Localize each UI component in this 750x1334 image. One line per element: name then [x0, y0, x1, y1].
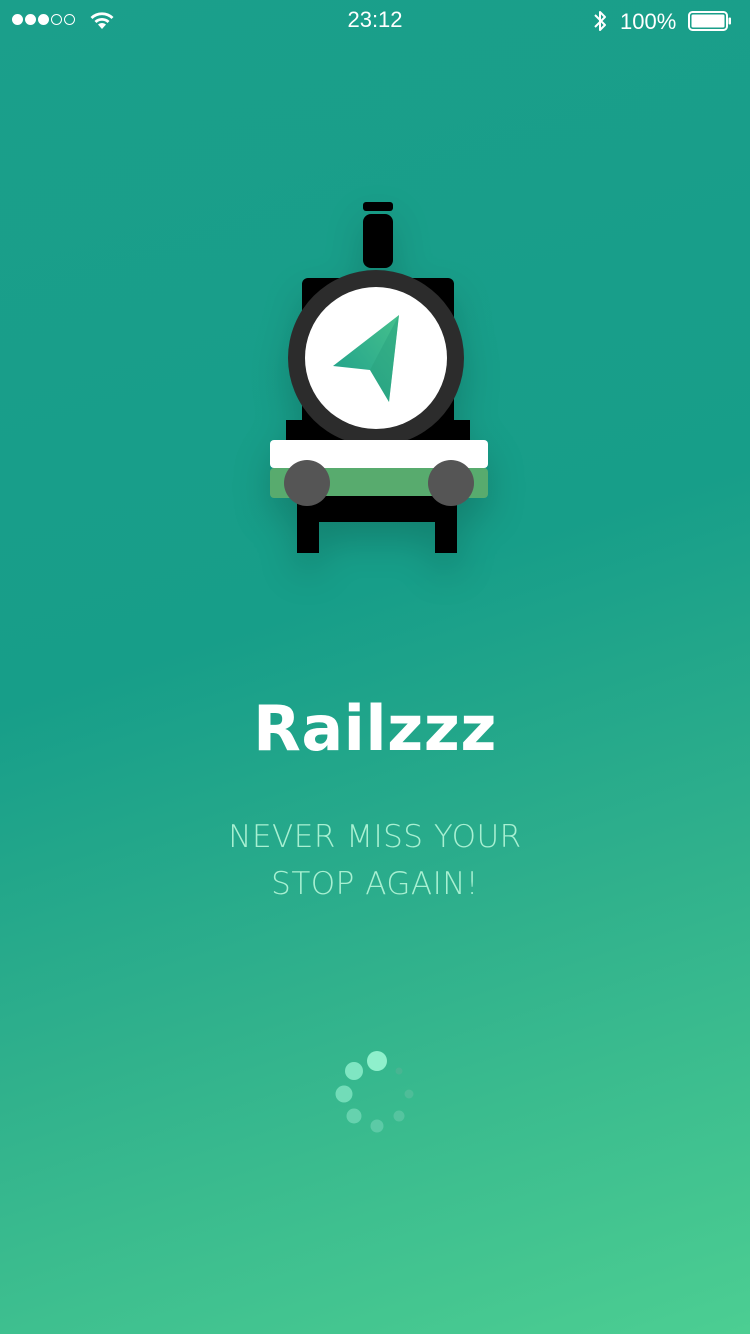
tagline-line-1: NEVER MISS YOUR: [228, 819, 522, 855]
battery-percent: 100%: [620, 9, 677, 34]
splash-screen: 23:12 100% Railzzz NEVER MISS YOUR STOP …: [0, 0, 750, 1334]
train-locomotive-icon: [270, 202, 488, 553]
battery-icon: [688, 11, 731, 31]
status-bar: 23:12 100%: [0, 0, 750, 40]
bluetooth-icon: [594, 11, 606, 31]
tagline-line-2: STOP AGAIN!: [271, 866, 479, 902]
app-title: Railzzz: [253, 692, 497, 765]
tagline: NEVER MISS YOUR STOP AGAIN!: [175, 814, 575, 908]
loading-spinner-icon: [335, 1051, 414, 1133]
